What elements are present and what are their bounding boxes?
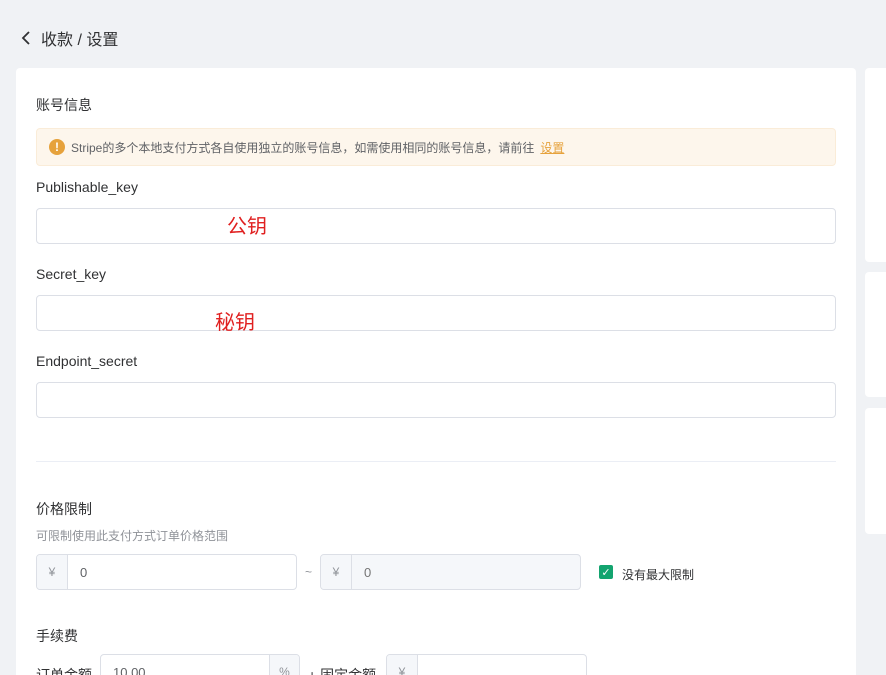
percent-fee-input[interactable] — [101, 655, 269, 675]
price-limit-title: 价格限制 — [36, 501, 92, 517]
endpoint-secret-input[interactable] — [36, 382, 836, 418]
checkmark-icon: ✓ — [601, 566, 611, 579]
price-limit-hint: 可限制使用此支付方式订单价格范围 — [36, 529, 229, 543]
warning-icon: ! — [49, 139, 65, 155]
fixed-fee-input[interactable] — [418, 655, 586, 675]
publishable-key-label: Publishable_key — [36, 179, 138, 195]
fixed-fee-group: ¥ — [386, 654, 587, 675]
no-max-checkbox[interactable]: ✓ — [599, 565, 613, 579]
max-price-input — [352, 555, 580, 589]
max-price-group: ¥ — [320, 554, 581, 590]
currency-prefix: ¥ — [387, 655, 418, 675]
secret-key-input[interactable] — [36, 295, 836, 331]
endpoint-secret-label: Endpoint_secret — [36, 353, 138, 369]
breadcrumb: 收款 / 设置 — [41, 32, 119, 49]
side-panel — [865, 408, 886, 534]
min-price-input[interactable] — [68, 555, 296, 589]
chevron-left-icon[interactable] — [16, 28, 36, 48]
side-panel — [865, 272, 886, 397]
publishable-key-input[interactable] — [36, 208, 836, 244]
warning-alert: ! Stripe的多个本地支付方式各自使用独立的账号信息，如需使用相同的账号信息… — [36, 128, 836, 166]
currency-prefix: ¥ — [321, 555, 352, 589]
page-header: 收款 / 设置 — [16, 26, 118, 50]
fixed-amount-label: + 固定金额 — [308, 667, 377, 675]
settings-card: 账号信息 ! Stripe的多个本地支付方式各自使用独立的账号信息，如需使用相同… — [16, 68, 856, 675]
order-amount-label: 订单金额 — [36, 667, 92, 675]
min-price-group: ¥ — [36, 554, 297, 590]
settings-link[interactable]: 设置 — [540, 139, 564, 156]
alert-text: Stripe的多个本地支付方式各自使用独立的账号信息，如需使用相同的账号信息，请… — [71, 140, 535, 155]
percent-fee-group: % — [100, 654, 300, 675]
secret-key-label: Secret_key — [36, 266, 107, 282]
percent-suffix: % — [269, 655, 299, 675]
range-separator: ~ — [305, 565, 313, 579]
side-panel — [865, 68, 886, 262]
no-max-label[interactable]: 没有最大限制 — [622, 566, 694, 583]
account-section-title: 账号信息 — [36, 97, 92, 113]
fee-title: 手续费 — [36, 628, 78, 644]
section-divider — [36, 461, 836, 462]
currency-prefix: ¥ — [37, 555, 68, 589]
